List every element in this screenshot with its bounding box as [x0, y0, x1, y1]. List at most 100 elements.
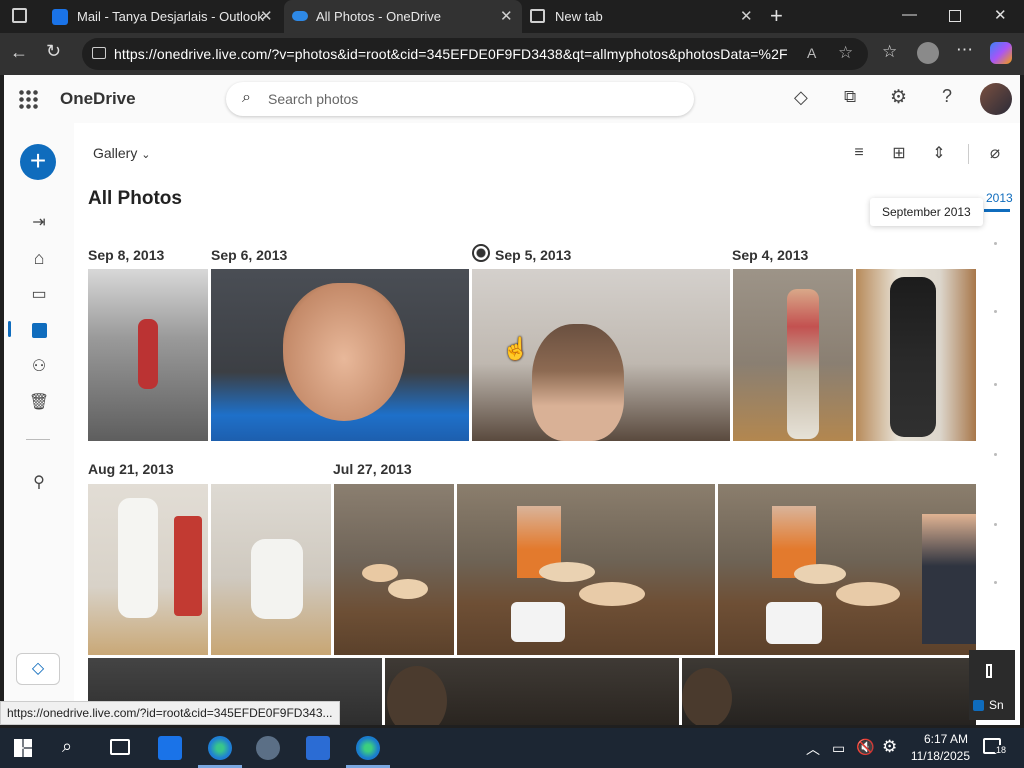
close-tab-icon[interactable]: ✕ — [740, 7, 753, 25]
site-info-icon[interactable] — [92, 47, 106, 59]
my-files-icon[interactable]: ⇥ — [28, 211, 50, 233]
app-name[interactable]: OneDrive — [60, 89, 136, 109]
close-tab-icon[interactable]: ✕ — [260, 7, 273, 25]
read-aloud-icon[interactable]: A — [807, 45, 816, 61]
mouse-pointer: ☝ — [502, 336, 530, 361]
search-icon[interactable]: ⌕ — [62, 736, 72, 757]
side-widget[interactable]: Sn — [969, 650, 1015, 720]
new-tab-page-icon — [530, 9, 545, 23]
share-icon[interactable]: ⧉ — [844, 87, 856, 107]
close-window-icon[interactable]: ✕ — [994, 6, 1007, 24]
tab-outlook[interactable]: Mail - Tanya Desjarlais - Outlook ✕ — [42, 0, 282, 33]
back-arrow-icon[interactable]: ← — [10, 42, 28, 63]
favorites-icon[interactable]: ☆ — [882, 42, 897, 62]
side-widget-label: Sn — [989, 698, 1004, 712]
photo-figure — [890, 277, 936, 437]
photo-head — [387, 666, 447, 725]
shared-people-icon[interactable]: ⚇ — [28, 355, 50, 377]
settings-gear-icon[interactable]: ⚙ — [890, 86, 907, 109]
tab-label: All Photos - OneDrive — [316, 9, 441, 24]
photo-bag — [174, 516, 202, 616]
left-nav-rail: + ⇥ ⌂ ▭ ⚇ 🗑 ⚲ ◇ — [4, 123, 74, 725]
photo-tile[interactable] — [457, 484, 715, 655]
timeline-dot — [994, 383, 997, 386]
premium-diamond-icon[interactable]: ◇ — [794, 87, 808, 108]
chevron-down-icon: ⌄ — [141, 149, 151, 161]
new-tab-plus-icon[interactable]: + — [770, 3, 783, 29]
folder-icon[interactable]: ▭ — [28, 283, 50, 305]
photo-tile[interactable] — [682, 658, 976, 725]
task-view-icon[interactable] — [110, 739, 130, 755]
photo-tile[interactable] — [88, 484, 208, 655]
layout-grid-icon[interactable]: ⊞ — [888, 142, 910, 164]
photo-figure — [138, 319, 158, 389]
profile-avatar[interactable] — [917, 42, 939, 64]
timeline-dot — [994, 310, 997, 313]
photo-tile[interactable] — [334, 484, 454, 655]
outlook-app-icon[interactable] — [158, 736, 182, 760]
tray-chevron-up-icon[interactable]: ︿ — [806, 739, 820, 759]
edge-app-icon[interactable] — [208, 736, 232, 760]
toolbar-divider — [968, 144, 969, 164]
clock-date[interactable]: 11/18/2025 — [906, 749, 970, 763]
search-icon: ⌕ — [242, 89, 251, 106]
photo-container — [511, 602, 565, 642]
photos-icon[interactable] — [28, 319, 50, 341]
timeline-toggle-icon[interactable]: ⌀ — [984, 142, 1006, 164]
settings-gear-icon[interactable]: ⚙ — [882, 737, 897, 757]
minimize-icon[interactable]: — — [902, 6, 917, 23]
onedrive-cloud-icon — [292, 11, 308, 21]
timeline-year[interactable]: 2013 — [986, 191, 1013, 205]
photo-tile[interactable] — [385, 658, 679, 725]
view-selector[interactable]: Gallery ⌄ — [93, 145, 150, 161]
clock-time[interactable]: 6:17 AM — [914, 732, 968, 746]
select-group-radio[interactable] — [472, 244, 490, 262]
tab-onedrive-photos[interactable]: All Photos - OneDrive ✕ — [284, 0, 522, 33]
more-options-icon[interactable]: ⋯ — [956, 40, 973, 60]
photo-tile[interactable] — [88, 269, 208, 441]
timeline-indicator — [984, 209, 1010, 212]
word-app-icon[interactable] — [306, 736, 330, 760]
home-icon[interactable]: ⌂ — [28, 247, 50, 269]
checkbox-icon[interactable] — [973, 700, 984, 711]
restore-icon[interactable] — [949, 10, 961, 22]
refresh-icon[interactable]: ↻ — [46, 41, 61, 62]
close-tab-icon[interactable]: ✕ — [500, 7, 513, 25]
photo-figure — [118, 498, 158, 618]
person-icon[interactable]: ⚲ — [28, 471, 50, 493]
address-bar[interactable]: https://onedrive.live.com/?v=photos&id=r… — [82, 38, 868, 70]
start-windows-icon[interactable] — [14, 739, 32, 757]
network-icon[interactable]: ▭ — [832, 740, 845, 757]
premium-button[interactable]: ◇ — [16, 653, 60, 685]
volume-muted-icon[interactable]: 🔇 — [856, 738, 875, 756]
photo-tile[interactable] — [733, 269, 853, 441]
zoom-icon[interactable]: ⇕ — [928, 142, 950, 164]
address-url[interactable]: https://onedrive.live.com/?v=photos&id=r… — [114, 46, 788, 62]
account-avatar[interactable] — [980, 83, 1012, 115]
filter-icon[interactable]: ≡ — [848, 142, 870, 164]
photo-tile[interactable] — [856, 269, 976, 441]
help-icon[interactable]: ? — [942, 86, 952, 107]
status-url-tooltip: https://onedrive.live.com/?id=root&cid=3… — [0, 701, 340, 725]
create-plus-button[interactable]: + — [20, 144, 56, 180]
photo-figure — [787, 289, 819, 439]
search-box[interactable]: ⌕ Search photos — [226, 82, 694, 116]
edge-dev-app-icon[interactable] — [356, 736, 380, 760]
photo-tile[interactable] — [211, 484, 331, 655]
timeline-dot — [994, 453, 997, 456]
photos-main: Gallery ⌄ All Photos ≡ ⊞ ⇕ ⌀ 2013 Septem… — [74, 123, 1020, 725]
copilot-icon[interactable] — [990, 42, 1012, 64]
tab-label: New tab — [555, 9, 603, 24]
widget-bar-icon — [986, 664, 992, 678]
tab-new-tab[interactable]: New tab ✕ — [522, 0, 760, 33]
photo-head — [682, 668, 732, 725]
photo-tile[interactable] — [211, 269, 469, 441]
tab-actions-icon[interactable] — [12, 8, 27, 23]
app-launcher-icon[interactable] — [18, 89, 38, 109]
recycle-bin-icon[interactable]: 🗑 — [28, 391, 50, 413]
app-icon[interactable] — [256, 736, 280, 760]
photo-tile[interactable] — [718, 484, 976, 655]
search-input[interactable]: Search photos — [268, 91, 358, 107]
favorite-star-icon[interactable]: ☆ — [838, 43, 853, 63]
photo-container — [766, 602, 822, 644]
